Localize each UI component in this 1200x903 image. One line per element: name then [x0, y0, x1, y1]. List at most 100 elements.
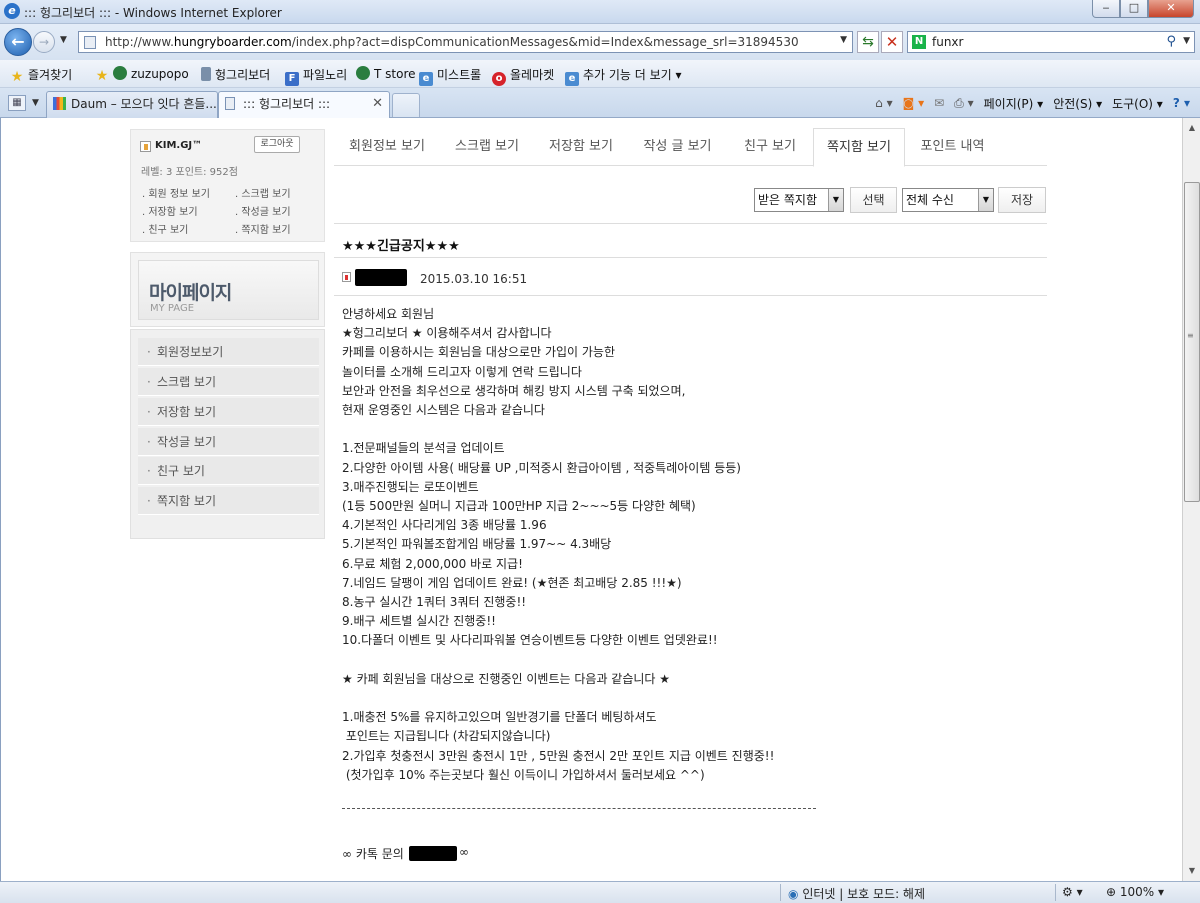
message-line: 3.매주진행되는 로또이벤트: [342, 479, 479, 494]
link-label: 쪽지함 보기: [241, 225, 291, 236]
tab-hungryboarder[interactable]: ::: 헝그리보더 ::: ✕: [218, 91, 390, 118]
tab-member-info[interactable]: 회원정보 보기: [334, 128, 440, 166]
status-divider: [780, 884, 781, 901]
zoom-text: 100%: [1119, 885, 1155, 899]
help-icon[interactable]: ? ▾: [1173, 96, 1190, 110]
new-tab-button[interactable]: [392, 93, 420, 117]
tab-daum[interactable]: Daum – 모으다 잇다 흔들...: [46, 91, 218, 118]
print-icon[interactable]: ⎙ ▾: [954, 96, 973, 111]
close-button[interactable]: ✕: [1148, 0, 1194, 18]
message-line: 6.무료 체험 2,000,000 바로 지급!: [342, 556, 523, 571]
tab-friends[interactable]: 친구 보기: [727, 128, 813, 166]
home-icon[interactable]: ⌂ ▾: [875, 96, 892, 110]
save-button[interactable]: 저장: [998, 187, 1046, 213]
message-line: (1등 500만원 실머니 지급과 100만HP 지급 2~~~5등 다양한 혜…: [342, 499, 696, 513]
logout-button[interactable]: 로그아웃: [254, 136, 300, 153]
history-dropdown-icon[interactable]: ▼: [60, 35, 67, 45]
sidenav-item-posts[interactable]: 작성글 보기: [138, 428, 319, 456]
sidenav-item-member-info[interactable]: 회원정보보기: [138, 338, 319, 366]
fav-mistrol[interactable]: e 미스트롤: [419, 66, 481, 86]
window-title: ::: 헝그리보더 ::: - Windows Internet Explore…: [24, 6, 282, 20]
scroll-thumb[interactable]: [1184, 182, 1200, 502]
star-icon: ★: [10, 69, 24, 85]
filter-select[interactable]: 전체 수신 ▼: [902, 188, 994, 212]
tab-points[interactable]: 포인트 내역: [905, 128, 1000, 166]
profile-link-saved[interactable]: . 저장함 보기: [142, 203, 198, 218]
address-dropdown-icon[interactable]: ▼: [840, 35, 847, 45]
message-line: 9.배구 세트별 실시간 진행중!!: [342, 614, 496, 629]
command-bar: ⌂ ▾ ◙ ▾ ✉ ⎙ ▾ 페이지(P) ▾ 안전(S) ▾ 도구(O) ▾ ?…: [875, 93, 1200, 113]
forward-button[interactable]: →: [33, 31, 55, 53]
mailbox-select[interactable]: 받은 쪽지함 ▼: [754, 188, 844, 212]
redacted-sender[interactable]: [355, 269, 407, 286]
tab-scrap[interactable]: 스크랩 보기: [440, 128, 534, 166]
fav-tstore[interactable]: T store: [356, 66, 416, 81]
vertical-scrollbar[interactable]: ▲ ≡ ▼: [1182, 118, 1200, 881]
favorites-bar: ★ 즐겨찾기 ★ zuzupopo 헝그리보더 F 파일노리 T store e 미스트…: [0, 60, 1200, 88]
search-icon[interactable]: ⚲: [1166, 34, 1176, 49]
page-menu[interactable]: 페이지(P) ▾: [984, 95, 1044, 112]
message-line: 놀이터를 소개해 드리고자 이렇게 연락 드립니다: [342, 364, 582, 379]
tab-label: Daum – 모으다 잇다 흔들...: [71, 97, 217, 111]
maximize-button[interactable]: □: [1120, 0, 1148, 18]
fav-more-addons[interactable]: e 추가 기능 더 보기 ▾: [565, 66, 682, 86]
message-line: 안녕하세요 회원님: [342, 307, 435, 321]
link-label: 스크랩 보기: [241, 189, 291, 200]
fav-hungryboarder[interactable]: 헝그리보더: [201, 66, 270, 83]
ie-page-icon: e: [565, 72, 579, 86]
fav-label: 즐겨찾기: [28, 68, 73, 82]
fav-ollehmarket[interactable]: o 올레마켓: [492, 66, 554, 86]
url-text[interactable]: http://www.hungryboarder.com/index.php?a…: [105, 35, 799, 49]
search-dropdown-icon[interactable]: ▼: [1183, 36, 1190, 46]
fav-filenori[interactable]: F 파일노리: [285, 66, 347, 86]
add-favorite-icon: ★: [95, 68, 109, 84]
scroll-up-icon[interactable]: ▲: [1184, 120, 1200, 136]
scroll-down-icon[interactable]: ▼: [1184, 863, 1200, 879]
sidenav-item-friends[interactable]: 친구 보기: [138, 457, 319, 485]
link-label: 회원 정보 보기: [148, 189, 210, 200]
stop-icon[interactable]: ✕: [881, 31, 903, 53]
favorites-button[interactable]: ★ 즐겨찾기: [10, 66, 72, 84]
safety-menu[interactable]: 안전(S) ▾: [1053, 95, 1102, 112]
select-button[interactable]: 선택: [850, 187, 897, 213]
message-line: ★ 카페 회원님을 대상으로 진행중인 이벤트는 다음과 같습니다 ★: [342, 671, 671, 686]
profile-link-scrap[interactable]: . 스크랩 보기: [235, 185, 291, 200]
tools-menu[interactable]: 도구(O) ▾: [1112, 95, 1163, 112]
profile-link-friends[interactable]: . 친구 보기: [142, 221, 188, 236]
daum-icon: [53, 97, 66, 110]
zone-status[interactable]: ◉ 인터넷 | 보호 모드: 해제: [788, 885, 925, 902]
divider: [334, 295, 1047, 296]
close-tab-icon[interactable]: ✕: [372, 92, 383, 116]
feeds-icon[interactable]: ◙ ▾: [903, 96, 924, 110]
minimize-button[interactable]: ‒: [1092, 0, 1120, 18]
tab-label: ::: 헝그리보더 :::: [243, 97, 331, 111]
address-field[interactable]: http://www.hungryboarder.com/index.php?a…: [78, 31, 853, 53]
divider: [334, 257, 1047, 258]
tab-saved[interactable]: 저장함 보기: [534, 128, 628, 166]
tab-list-dropdown-icon[interactable]: ▼: [32, 95, 44, 111]
fav-zuzupopo[interactable]: ★ zuzupopo: [95, 66, 189, 83]
mypage-title: 마이페이지: [149, 282, 232, 304]
status-divider: [1055, 884, 1056, 901]
message-line: 1.매충전 5%를 유지하고있으며 일반경기를 단폴더 베팅하셔도: [342, 710, 657, 725]
message-line: 10.다폴더 이벤트 및 사다리파워볼 연승이벤트등 다양한 이벤트 업뎃완료!…: [342, 633, 718, 648]
page-icon: [201, 67, 211, 81]
refresh-icon[interactable]: ⇆: [857, 31, 879, 53]
tab-posts[interactable]: 작성 글 보기: [628, 128, 727, 166]
zoom-control[interactable]: ⊕ 100% ▾: [1106, 885, 1164, 899]
search-box[interactable]: N funxr ⚲ ▼: [907, 31, 1195, 53]
sidenav-item-saved[interactable]: 저장함 보기: [138, 398, 319, 426]
profile-link-posts[interactable]: . 작성글 보기: [235, 203, 291, 218]
search-input[interactable]: funxr: [932, 35, 963, 49]
tab-messages[interactable]: 쪽지함 보기: [813, 128, 905, 167]
quick-tabs-icon[interactable]: ▦: [8, 95, 26, 111]
profile-link-messages[interactable]: . 쪽지함 보기: [235, 221, 291, 236]
page-icon: [225, 97, 235, 110]
redacted-contact: [409, 846, 457, 861]
profile-link-member-info[interactable]: . 회원 정보 보기: [142, 185, 210, 200]
sidenav-item-scrap[interactable]: 스크랩 보기: [138, 368, 319, 396]
mail-icon[interactable]: ✉: [934, 96, 944, 110]
back-button[interactable]: ←: [4, 28, 32, 56]
protected-mode-icon[interactable]: ⚙ ▾: [1062, 885, 1083, 899]
sidenav-item-messages[interactable]: 쪽지함 보기: [138, 487, 319, 515]
